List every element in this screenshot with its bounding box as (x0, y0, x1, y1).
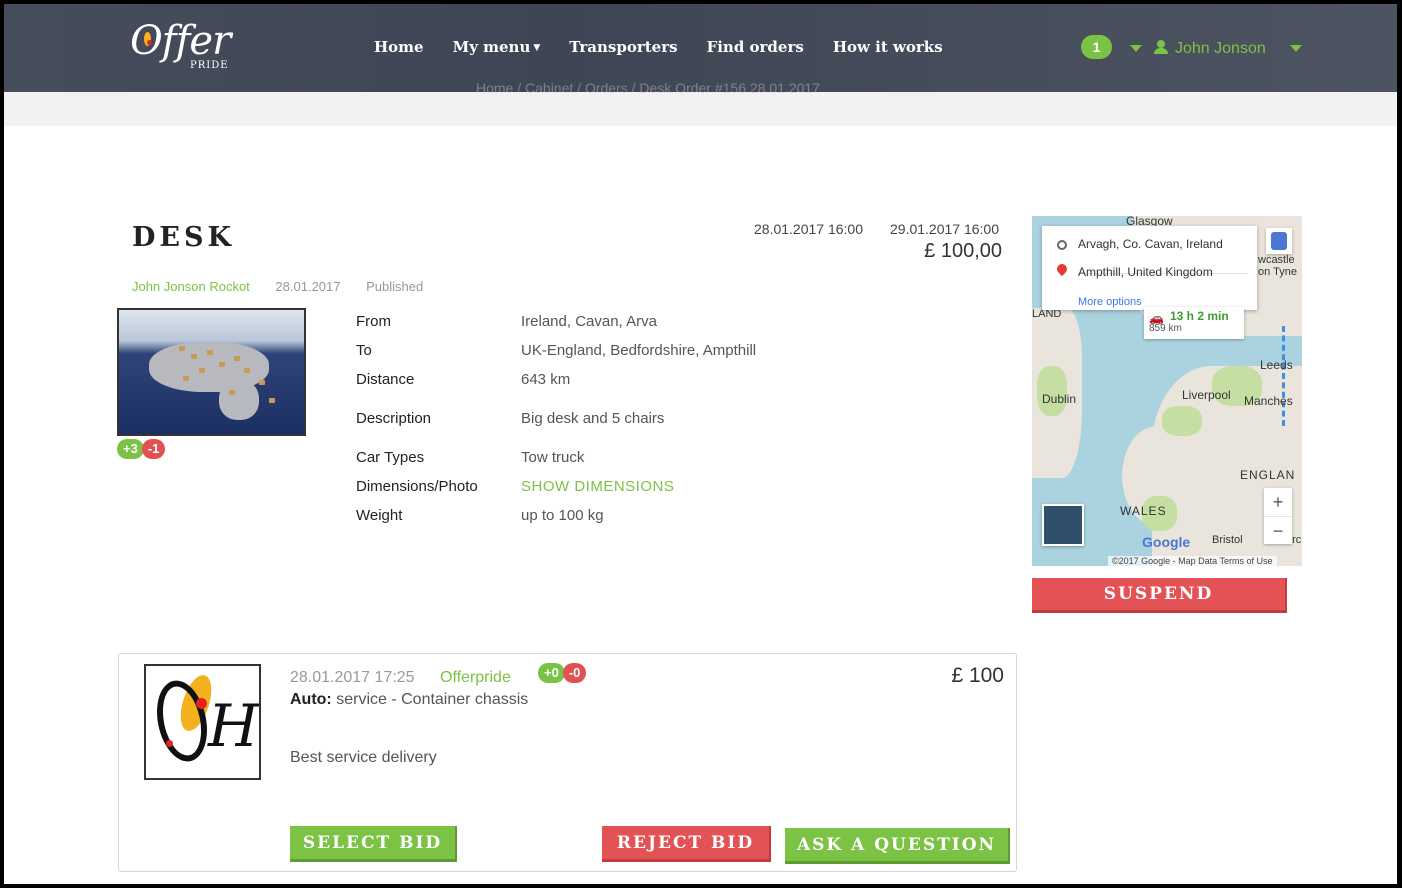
order-meta: John Jonson Rockot 28.01.2017 Published (132, 279, 423, 294)
detail-label: To (356, 342, 372, 359)
votes-minus-badge: -0 (562, 663, 587, 683)
map-duration-box: 🚗 13 h 2 min 859 km (1144, 307, 1244, 339)
user-menu[interactable]: John Jonson (1154, 39, 1266, 58)
bid-auto-value: service - Container chassis (331, 691, 529, 708)
satellite-toggle[interactable] (1042, 504, 1084, 546)
detail-value: 643 km (521, 371, 571, 388)
destination-pin-icon (1054, 261, 1070, 277)
map-footer: ©2017 Google - Map Data Terms of Use (1108, 556, 1277, 566)
detail-value: UK-England, Bedfordshire, Ampthill (521, 342, 757, 359)
notifications-dropdown-icon[interactable] (1130, 45, 1142, 52)
ask-question-button[interactable]: ASK A QUESTION (785, 828, 1010, 864)
order-title: DESK (132, 222, 235, 253)
map-route-line (1282, 326, 1285, 426)
nav-my-menu-label: My menu (452, 38, 531, 56)
show-dimensions-link[interactable]: SHOW DIMENSIONS (521, 478, 674, 495)
map-label-liverpool: Liverpool (1182, 388, 1231, 402)
bid-company-link[interactable]: Offerpride (440, 669, 511, 687)
origin-circle-icon (1057, 240, 1067, 250)
order-votes: +3 -1 (117, 439, 166, 459)
detail-value: Tow truck (521, 449, 585, 466)
logo-subtitle: PRIDE (190, 60, 229, 71)
breadcrumb-band (4, 92, 1397, 126)
map-zoom-control: + − (1264, 488, 1292, 544)
map-label-bristol: Bristol (1212, 534, 1243, 546)
zoom-in-button[interactable]: + (1264, 488, 1292, 516)
logo-red-dot (147, 40, 152, 45)
bid-comment: Best service delivery (290, 749, 437, 766)
page: Offer PRIDE Home My menu ▼ Transporters F… (4, 4, 1397, 884)
bid-card: H 28.01.2017 17:25 Offerpride +0 -0 £ 10… (118, 653, 1017, 872)
bid-date: 28.01.2017 17:25 (290, 669, 415, 686)
detail-label: Car Types (356, 449, 425, 466)
map-label-dublin: Dublin (1042, 392, 1077, 406)
bid-price: £ 100 (951, 664, 1004, 687)
breadcrumb: Home / Cabinet / Orders / Desk Order #15… (476, 80, 820, 96)
votes-plus-badge: +0 (538, 663, 565, 683)
detail-value: Ireland, Cavan, Arva (521, 313, 657, 330)
detail-value: up to 100 kg (521, 507, 604, 524)
detail-label: Description (356, 410, 432, 427)
map-duration: 13 h 2 min (1170, 309, 1229, 323)
notification-badge[interactable]: 1 (1081, 35, 1112, 59)
order-photo[interactable] (117, 308, 306, 436)
votes-minus-badge: -1 (141, 439, 166, 459)
map-label-newcastle: wcastle (1258, 254, 1295, 266)
bid-auto-label: Auto: (290, 691, 332, 708)
photo-italy-land (219, 380, 259, 420)
detail-label: Distance (356, 371, 415, 388)
nav-find-orders[interactable]: Find orders (707, 38, 804, 56)
bidder-logo: H (144, 664, 261, 780)
top-navbar: Offer PRIDE Home My menu ▼ Transporters F… (4, 4, 1397, 92)
order-date-from: 28.01.2017 16:00 (754, 221, 863, 237)
site-logo[interactable]: Offer PRIDE (130, 18, 240, 82)
map-label-newcastle-2: on Tyne (1258, 266, 1297, 278)
user-name: John Jonson (1175, 40, 1266, 57)
user-icon (1154, 40, 1168, 54)
detail-label: Weight (356, 507, 403, 524)
google-logo: Google (1142, 534, 1191, 550)
map-label-leeds: Leeds (1260, 358, 1293, 372)
map-distance: 859 km (1149, 323, 1182, 334)
reject-bid-button[interactable]: REJECT BID (602, 826, 771, 862)
detail-label: From (356, 313, 391, 330)
select-bid-button[interactable]: SELECT BID (290, 826, 457, 862)
order-price: £ 100,00 (924, 240, 1002, 262)
detail-value: Big desk and 5 chairs (521, 410, 665, 427)
nav-my-menu[interactable]: My menu ▼ (453, 38, 541, 56)
map-directions-card: Arvagh, Co. Cavan, Ireland Ampthill, Uni… (1042, 226, 1257, 310)
bid-auto: Auto: service - Container chassis (290, 691, 528, 709)
bid-votes: +0 -0 (538, 663, 587, 683)
nav-home[interactable]: Home (374, 38, 424, 56)
nav-transporters[interactable]: Transporters (569, 38, 677, 56)
street-view-icon[interactable] (1266, 228, 1292, 254)
zoom-out-button[interactable]: − (1264, 516, 1292, 544)
chevron-down-icon: ▼ (533, 43, 541, 53)
map-label-manchester: Manches (1244, 394, 1293, 408)
order-date-to: 29.01.2017 16:00 (890, 221, 999, 237)
order-author-link[interactable]: John Jonson Rockot (132, 279, 250, 294)
map-more-options-link[interactable]: More options (1078, 296, 1142, 308)
map-origin: Arvagh, Co. Cavan, Ireland (1078, 237, 1223, 251)
votes-plus-badge: +3 (117, 439, 144, 459)
order-status: Published (366, 279, 424, 294)
map-destination: Ampthill, United Kingdom (1078, 265, 1213, 279)
user-dropdown-icon[interactable] (1290, 45, 1302, 52)
suspend-button[interactable]: SUSPEND (1032, 578, 1287, 613)
nav-how-it-works[interactable]: How it works (833, 38, 943, 56)
main-nav: Home My menu ▼ Transporters Find orders H… (374, 38, 943, 56)
order-date: 28.01.2017 (275, 279, 341, 294)
route-map[interactable]: Glasgow wcastle on Tyne LAND Leeds Dubli… (1032, 216, 1302, 566)
detail-label: Dimensions/Photo (356, 478, 478, 495)
map-label-wales: WALES (1120, 504, 1167, 518)
map-label-england: ENGLAN (1240, 468, 1296, 482)
